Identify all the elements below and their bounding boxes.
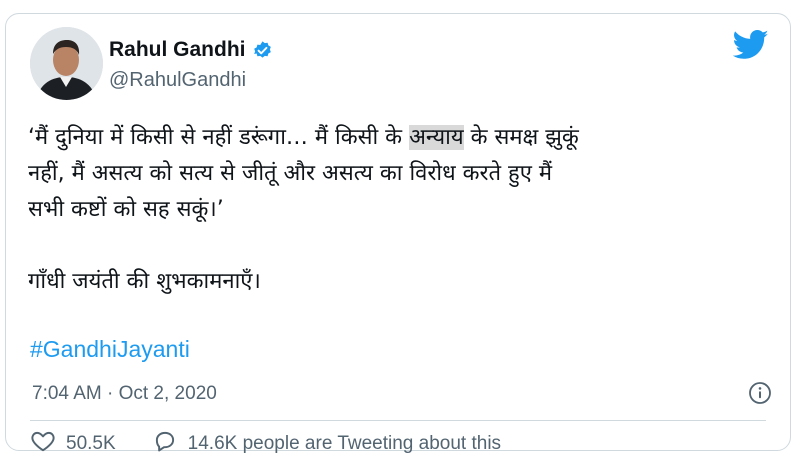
- conversation-action[interactable]: 14.6K people are Tweeting about this: [152, 428, 501, 460]
- tweet-timestamp[interactable]: 7:04 AM · Oct 2, 2020: [32, 383, 217, 405]
- like-action[interactable]: 50.5K: [30, 428, 116, 460]
- like-count: 50.5K: [66, 433, 116, 454]
- tweet-line-4: गाँधी जयंती की शुभकामनाएँ।: [28, 269, 261, 294]
- author-name-row: Rahul Gandhi: [109, 38, 273, 62]
- tweet-line-2: नहीं, मैं असत्य को सत्य से जीतूं और असत्…: [28, 161, 553, 186]
- tweet-card: Rahul Gandhi @RahulGandhi ‘मैं दुनिया मे…: [5, 13, 791, 454]
- avatar[interactable]: [30, 27, 103, 100]
- comment-icon[interactable]: [152, 428, 178, 460]
- verified-badge-icon: [252, 40, 273, 61]
- author-name[interactable]: Rahul Gandhi: [109, 38, 246, 62]
- tweet-line-1-end: के समक्ष झुकूं: [463, 125, 579, 150]
- hashtag-link[interactable]: #GandhiJayanti: [30, 336, 190, 363]
- info-icon[interactable]: [748, 381, 772, 405]
- author-handle[interactable]: @RahulGandhi: [109, 69, 246, 92]
- twitter-bird-icon[interactable]: [732, 30, 769, 60]
- conversation-count-text: 14.6K people are Tweeting about this: [187, 433, 502, 454]
- heart-icon[interactable]: [30, 428, 56, 460]
- engagement-bar: 50.5K 14.6K people are Tweeting about th…: [30, 428, 501, 460]
- highlighted-word: अन्याय: [409, 125, 464, 150]
- tweet-line-1-start: ‘मैं दुनिया में किसी से नहीं डरूंगा… मैं…: [28, 125, 410, 150]
- tweet-body: ‘मैं दुनिया में किसी से नहीं डरूंगा… मैं…: [28, 120, 768, 300]
- tweet-line-1: ‘मैं दुनिया में किसी से नहीं डरूंगा… मैं…: [28, 120, 768, 156]
- tweet-line-3: सभी कष्टों को सह सकूं।’: [28, 197, 224, 222]
- divider: [30, 420, 766, 421]
